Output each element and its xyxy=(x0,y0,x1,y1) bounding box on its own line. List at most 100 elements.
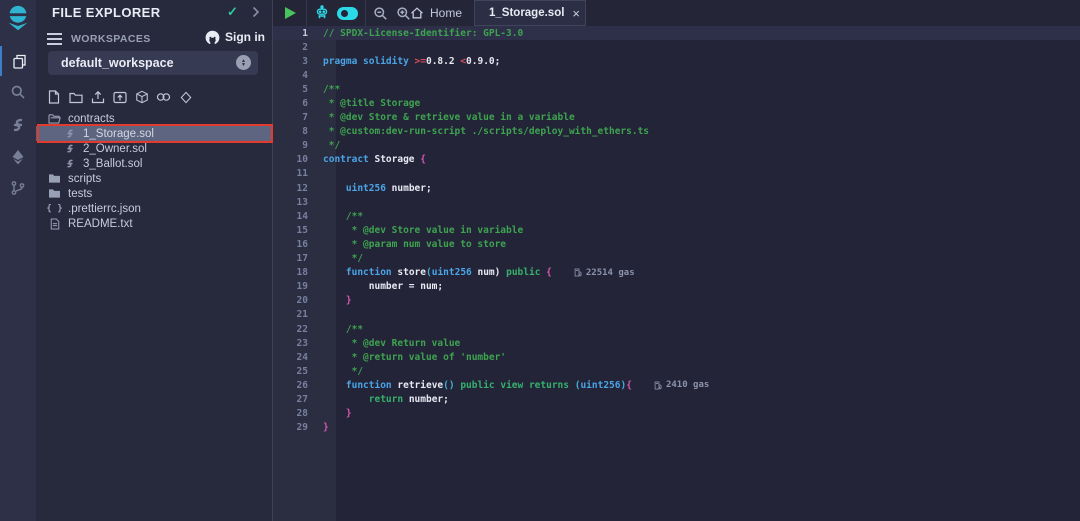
ai-assistant-icon[interactable] xyxy=(312,0,332,26)
code-line-2[interactable]: 2 xyxy=(273,40,1080,54)
solidity-import-icon[interactable] xyxy=(177,89,194,105)
tab-1-storage-sol[interactable]: 1_Storage.sol × xyxy=(474,0,586,26)
link-import-icon[interactable] xyxy=(155,89,172,105)
code-line-5[interactable]: 5/** xyxy=(273,82,1080,96)
code-line-20[interactable]: 20 } xyxy=(273,294,1080,308)
code-text: * @param num value to store xyxy=(322,239,506,250)
code-line-21[interactable]: 21 xyxy=(273,308,1080,322)
file-text-icon xyxy=(48,218,61,230)
home-button[interactable]: Home xyxy=(410,0,462,26)
code-line-14[interactable]: 14 /** xyxy=(273,209,1080,223)
code-line-24[interactable]: 24 * @return value of 'number' xyxy=(273,350,1080,364)
remix-logo[interactable] xyxy=(3,3,33,33)
line-number: 4 xyxy=(273,70,322,81)
code-line-10[interactable]: 10contract Storage { xyxy=(273,153,1080,167)
editor-area: Home 1_Storage.sol × 1// SPDX-License-Id… xyxy=(273,0,1080,521)
line-number: 17 xyxy=(273,253,322,264)
code-text: /** xyxy=(322,211,363,222)
line-number: 25 xyxy=(273,366,322,377)
line-number: 24 xyxy=(273,352,322,363)
code-line-4[interactable]: 4 xyxy=(273,68,1080,82)
code-line-1[interactable]: 1// SPDX-License-Identifier: GPL-3.0 xyxy=(273,26,1080,40)
code-line-13[interactable]: 13 xyxy=(273,195,1080,209)
tree-item-2_Owner.sol[interactable]: 2_Owner.sol xyxy=(36,141,272,156)
tree-item-.prettierrc.json[interactable]: { }.prettierrc.json xyxy=(36,201,272,216)
code-line-23[interactable]: 23 * @dev Return value xyxy=(273,336,1080,350)
solidity-icon xyxy=(63,158,76,169)
tree-item-label: 1_Storage.sol xyxy=(83,128,154,140)
code-text: */ xyxy=(322,253,363,264)
line-number: 18 xyxy=(273,267,322,278)
workspace-select[interactable]: default_workspace ▲▼ xyxy=(48,51,258,75)
code-line-3[interactable]: 3pragma solidity >=0.8.2 <0.9.0; xyxy=(273,54,1080,68)
code-text: return number; xyxy=(322,394,449,405)
workspaces-menu-icon[interactable] xyxy=(47,33,62,45)
tree-item-README.txt[interactable]: README.txt xyxy=(36,216,272,231)
code-line-26[interactable]: 26 function retrieve() public view retur… xyxy=(273,378,1080,392)
tree-item-1_Storage.sol[interactable]: 1_Storage.sol xyxy=(36,126,272,141)
run-script-icon[interactable] xyxy=(281,0,299,26)
code-line-12[interactable]: 12 uint256 number; xyxy=(273,181,1080,195)
line-number: 12 xyxy=(273,183,322,194)
file-tree: contracts 1_Storage.sol2_Owner.sol3_Ballo… xyxy=(36,111,272,231)
upload-folder-icon[interactable] xyxy=(111,89,128,105)
tab-close-icon[interactable]: × xyxy=(572,7,580,20)
git-icon[interactable] xyxy=(0,173,36,203)
search-icon[interactable] xyxy=(0,77,36,107)
code-editor[interactable]: 1// SPDX-License-Identifier: GPL-3.0 23pr… xyxy=(273,26,1080,521)
line-number: 2 xyxy=(273,42,322,53)
line-number: 22 xyxy=(273,324,322,335)
code-line-15[interactable]: 15 * @dev Store value in variable xyxy=(273,223,1080,237)
tree-item-tests[interactable]: tests xyxy=(36,186,272,201)
file-actions-toolbar xyxy=(45,89,194,105)
code-line-22[interactable]: 22 /** xyxy=(273,322,1080,336)
code-line-17[interactable]: 17 */ xyxy=(273,252,1080,266)
tree-item-scripts[interactable]: scripts xyxy=(36,171,272,186)
chevron-right-icon[interactable] xyxy=(252,6,260,18)
code-line-7[interactable]: 7 * @dev Store & retrieve value in a var… xyxy=(273,111,1080,125)
upload-file-icon[interactable] xyxy=(89,89,106,105)
accept-check-icon[interactable]: ✓ xyxy=(227,4,238,20)
line-number: 16 xyxy=(273,239,322,250)
ipfs-import-icon[interactable] xyxy=(133,89,150,105)
code-text: */ xyxy=(322,366,363,377)
folder-open-icon xyxy=(48,113,61,124)
workspace-select-arrows-icon: ▲▼ xyxy=(236,55,251,70)
line-number: 20 xyxy=(273,295,322,306)
toggle-icon[interactable] xyxy=(335,0,359,26)
tree-item-label: README.txt xyxy=(68,218,133,230)
line-number: 28 xyxy=(273,408,322,419)
code-line-25[interactable]: 25 */ xyxy=(273,364,1080,378)
deploy-and-run-icon[interactable] xyxy=(0,142,36,172)
code-text: function retrieve() public view returns … xyxy=(322,380,632,391)
code-text: // SPDX-License-Identifier: GPL-3.0 xyxy=(322,28,523,39)
tree-item-label: .prettierrc.json xyxy=(68,203,141,215)
line-number: 15 xyxy=(273,225,322,236)
code-line-29[interactable]: 29} xyxy=(273,421,1080,435)
github-icon xyxy=(205,30,220,44)
tree-item-3_Ballot.sol[interactable]: 3_Ballot.sol xyxy=(36,156,272,171)
sign-in-button[interactable]: Sign in xyxy=(205,30,265,44)
panel-title: FILE EXPLORER xyxy=(52,5,161,20)
zoom-out-icon[interactable] xyxy=(370,0,390,26)
solidity-compiler-icon[interactable] xyxy=(0,110,36,140)
code-line-11[interactable]: 11 xyxy=(273,167,1080,181)
file-explorer-icon[interactable] xyxy=(0,46,36,76)
new-file-icon[interactable] xyxy=(45,89,62,105)
new-folder-icon[interactable] xyxy=(67,89,84,105)
code-line-28[interactable]: 28 } xyxy=(273,407,1080,421)
code-line-16[interactable]: 16 * @param num value to store xyxy=(273,237,1080,251)
code-line-8[interactable]: 8 * @custom:dev-run-script ./scripts/dep… xyxy=(273,125,1080,139)
folder-icon xyxy=(48,188,61,199)
code-line-19[interactable]: 19 number = num; xyxy=(273,280,1080,294)
code-line-9[interactable]: 9 */ xyxy=(273,139,1080,153)
code-text: * @title Storage xyxy=(322,98,420,109)
tree-item-label: scripts xyxy=(68,173,101,185)
code-line-6[interactable]: 6 * @title Storage xyxy=(273,96,1080,110)
solidity-icon xyxy=(63,143,76,154)
line-number: 29 xyxy=(273,422,322,433)
file-explorer-panel: FILE EXPLORER ✓ WORKSPACES Sign in defau… xyxy=(36,0,273,521)
code-line-18[interactable]: 18 function store(uint256 num) public {2… xyxy=(273,266,1080,280)
tree-item-contracts[interactable]: contracts xyxy=(36,111,272,126)
code-line-27[interactable]: 27 return number; xyxy=(273,392,1080,406)
